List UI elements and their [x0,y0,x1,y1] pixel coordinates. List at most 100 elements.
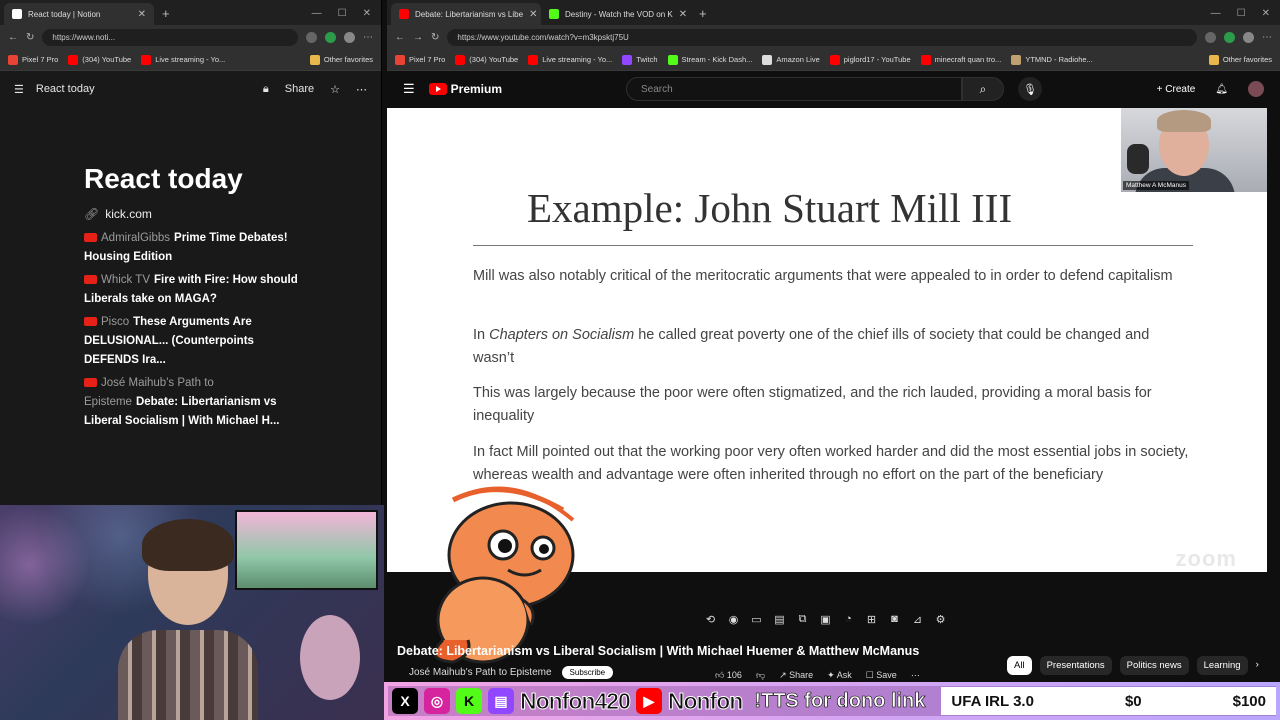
bookmark-item[interactable]: minecraft quan tro... [920,54,1001,65]
new-tab-button[interactable]: + [691,3,715,25]
extension-icon[interactable] [306,31,317,43]
search-button[interactable]: ⌕ [962,77,1005,101]
bookmark-item[interactable]: (304) YouTube [68,54,131,65]
grammarly-icon[interactable] [1224,31,1235,43]
breadcrumb[interactable]: React today [36,83,95,95]
minimize-icon[interactable]: — [1211,3,1221,25]
close-icon[interactable]: ✕ [529,9,537,20]
url-field[interactable]: https://www.youtube.com/watch?v=m3kpsktj… [447,28,1197,46]
share-button[interactable]: ↗ Share [779,670,813,681]
bookmark-item[interactable]: (304) YouTube [455,54,518,65]
close-window-icon[interactable]: ✕ [1262,3,1270,25]
chip-learning[interactable]: Learning [1196,656,1248,675]
reload-icon[interactable]: ↻ [431,32,439,43]
close-icon[interactable]: ✕ [679,9,687,20]
profile-avatar[interactable] [1243,31,1254,43]
youtube-icon [399,9,409,19]
youtube-icon [920,54,931,65]
chapters-icon[interactable]: ▤ [772,613,787,626]
instagram-icon: ◎ [424,688,450,714]
close-icon[interactable]: ✕ [138,9,146,20]
list-item[interactable]: AdmiralGibbs Prime Time Debates! Housing … [84,229,300,267]
tab-notion[interactable]: React today | Notion ✕ [4,3,154,25]
chip-all[interactable]: All [1007,656,1032,675]
search-input[interactable]: Search [626,77,963,101]
chip-presentations[interactable]: Presentations [1039,656,1112,675]
hamburger-icon[interactable]: ☰ [403,81,415,97]
chip-politics-news[interactable]: Politics news [1119,656,1189,675]
extension-icon[interactable] [1205,31,1216,43]
bookmark-item[interactable]: Stream - Kick Dash... [667,54,752,65]
amazon-icon [762,54,773,65]
reload-icon[interactable]: ↻ [26,32,34,43]
bookmark-item[interactable]: Live streaming - Yo... [528,54,612,65]
menu-icon[interactable]: ⋯ [363,32,373,43]
menu-icon[interactable]: ⋯ [1262,32,1272,43]
tab-kick[interactable]: Destiny - Watch the VOD on K ✕ [541,3,691,25]
right-tab-strip: Debate: Libertarianism vs Libe ✕ Destiny… [387,0,1280,25]
bookmark-item[interactable]: Live streaming - Yo... [141,54,225,65]
bookmark-item[interactable]: piglord17 - YouTube [829,54,911,65]
bookmark-item[interactable]: Pixel 7 Pro [8,54,58,65]
slide-divider [473,245,1193,246]
hamburger-icon[interactable]: ☰ [14,83,24,96]
cast-icon[interactable]: ▭ [749,613,764,626]
other-favorites[interactable]: Other favorites [309,54,373,65]
expand-icon[interactable]: ⊞ [864,613,879,626]
google-icon [8,54,18,65]
star-icon[interactable]: ☆ [330,83,340,96]
minimize-icon[interactable]: — [312,3,322,25]
grammarly-icon[interactable] [325,31,336,43]
filter-icon[interactable]: ⊿ [910,613,925,626]
pip-icon[interactable]: ⧉ [795,613,810,626]
audio-icon[interactable]: ◉ [726,613,741,626]
dislike-button[interactable]: 👎︎ [756,670,765,681]
captions-icon[interactable]: ▣ [818,613,833,626]
bookmark-item[interactable]: Amazon Live [762,54,820,65]
bookmark-item[interactable]: Twitch [622,54,658,65]
url-field[interactable]: https://www.noti... [42,28,298,46]
speed-icon[interactable]: ◔ [841,613,856,626]
ask-button[interactable]: ✦ Ask [827,670,852,681]
youtube-icon [528,54,539,65]
slide-paragraph: Mill was also notably critical of the me… [473,268,1173,284]
more-icon[interactable]: ⋯ [911,670,920,681]
kick-link[interactable]: 🔗︎ kick.com [84,207,300,221]
close-window-icon[interactable]: ✕ [363,3,371,25]
right-browser-window: Debate: Libertarianism vs Libe ✕ Destiny… [387,0,1280,720]
voice-search-button[interactable]: 🎙︎ [1018,77,1043,101]
maximize-icon[interactable]: ☐ [1237,3,1246,25]
settings-icon[interactable]: ⚙ [933,613,948,626]
list-item[interactable]: Pisco These Arguments Are DELUSIONAL... (… [84,313,300,370]
profile-avatar[interactable] [344,31,355,43]
forward-icon[interactable]: → [413,32,423,43]
screenshot-icon[interactable]: ◙ [887,613,902,626]
like-button[interactable]: 👍︎ 106 [715,670,742,681]
folder-icon [1208,54,1219,65]
other-favorites[interactable]: Other favorites [1208,54,1272,65]
list-item[interactable]: Whick TV Fire with Fire: How should Liber… [84,271,300,309]
loop-icon[interactable]: ⟲ [703,613,718,626]
left-tab-strip: React today | Notion ✕ + — ☐ ✕ [0,0,381,25]
back-icon[interactable]: ← [395,32,405,43]
more-icon[interactable]: ⋯ [356,83,367,96]
channel-row: José Maihub's Path to Episteme Subscribe [409,666,614,679]
back-icon[interactable]: ← [8,32,18,43]
share-button[interactable]: Share [285,83,314,95]
subscribe-button[interactable]: Subscribe [561,666,614,679]
create-button[interactable]: + Create [1157,84,1196,95]
bookmark-item[interactable]: YTMND - Radiohe... [1011,54,1093,65]
maximize-icon[interactable]: ☐ [338,3,347,25]
list-item[interactable]: José Maihub's Path to Episteme Debate: Li… [84,374,300,431]
bookmark-item[interactable]: Pixel 7 Pro [395,54,445,65]
speaker-video-tile: Matthew A McManus [1121,108,1267,192]
tab-youtube[interactable]: Debate: Libertarianism vs Libe ✕ [391,3,541,25]
channel-name[interactable]: José Maihub's Path to Episteme [409,667,552,678]
youtube-logo[interactable]: Premium [428,82,502,96]
new-tab-button[interactable]: + [154,3,178,25]
bell-icon[interactable]: 🔔︎ [1215,84,1228,95]
avatar[interactable] [1248,81,1264,97]
youtube-icon [829,54,840,65]
chevron-right-icon[interactable]: › [1256,656,1259,675]
save-button[interactable]: ☐ Save [866,670,897,681]
